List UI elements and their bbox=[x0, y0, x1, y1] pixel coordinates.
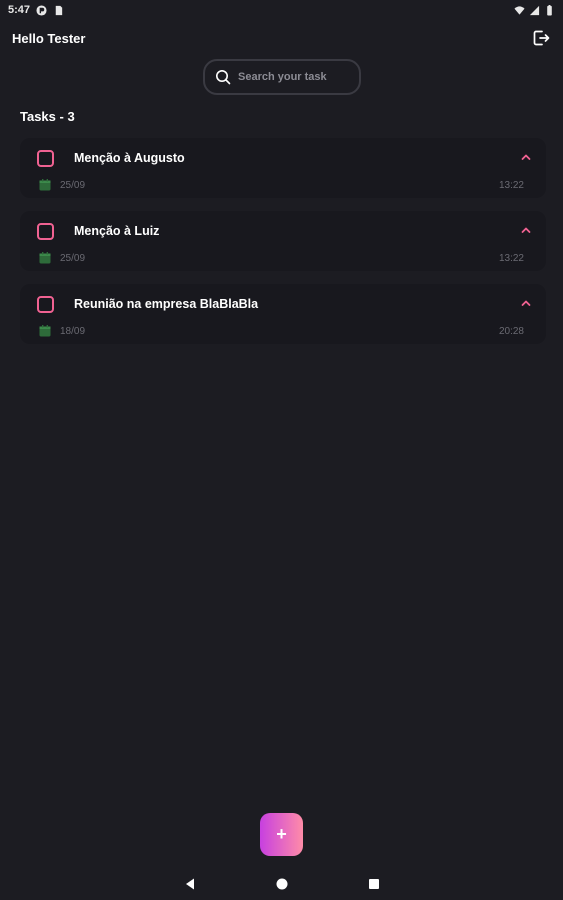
chevron-up-icon[interactable] bbox=[520, 225, 532, 235]
system-nav-bar bbox=[0, 868, 563, 900]
status-right bbox=[514, 4, 555, 16]
add-task-button[interactable]: + bbox=[260, 813, 303, 856]
search-bar[interactable] bbox=[203, 59, 361, 95]
recents-icon[interactable] bbox=[367, 877, 381, 891]
checkbox-icon[interactable] bbox=[37, 296, 54, 313]
calendar-icon bbox=[39, 325, 51, 337]
task-time: 20:28 bbox=[498, 326, 524, 337]
task-title: Reunião na empresa BlaBlaBla bbox=[74, 297, 259, 311]
chevron-up-icon[interactable] bbox=[520, 152, 532, 162]
app-notification-icon bbox=[36, 4, 47, 16]
calendar-icon bbox=[39, 179, 51, 191]
task-card[interactable]: Reunião na empresa BlaBlaBla 18/09 20:28 bbox=[20, 284, 546, 344]
task-title: Menção à Luiz bbox=[74, 224, 160, 238]
add-task-label: + bbox=[276, 824, 287, 844]
chevron-up-icon[interactable] bbox=[520, 298, 532, 308]
status-bar: 5:47 bbox=[0, 0, 563, 20]
task-card[interactable]: Menção à Luiz 25/09 13:22 bbox=[20, 211, 546, 271]
task-date: 18/09 bbox=[60, 326, 86, 337]
sd-card-icon bbox=[55, 5, 63, 15]
greeting-text: Hello Tester bbox=[12, 30, 86, 46]
wifi-icon bbox=[514, 5, 525, 15]
tasks-heading: Tasks - 3 bbox=[20, 109, 75, 124]
task-card[interactable]: Menção à Augusto 25/09 13:22 bbox=[20, 138, 546, 198]
back-icon[interactable] bbox=[183, 877, 197, 891]
checkbox-icon[interactable] bbox=[37, 223, 54, 240]
signal-icon bbox=[529, 5, 540, 15]
task-list: Menção à Augusto 25/09 13:22 Menção à Lu… bbox=[20, 138, 546, 357]
status-left: 5:47 bbox=[8, 4, 64, 16]
app-screen: 5:47 Hello Tester Search your task Tasks… bbox=[0, 0, 563, 900]
task-title: Menção à Augusto bbox=[74, 151, 185, 165]
search-input[interactable] bbox=[238, 71, 348, 83]
battery-icon bbox=[547, 4, 552, 16]
task-time: 13:22 bbox=[498, 253, 524, 264]
search-icon bbox=[216, 70, 231, 85]
header: Hello Tester bbox=[0, 27, 563, 49]
home-icon[interactable] bbox=[275, 877, 289, 891]
task-date: 25/09 bbox=[60, 180, 86, 191]
status-time: 5:47 bbox=[8, 4, 31, 16]
calendar-icon bbox=[39, 252, 51, 264]
checkbox-icon[interactable] bbox=[37, 150, 54, 167]
task-date: 25/09 bbox=[60, 253, 86, 264]
task-time: 13:22 bbox=[498, 180, 524, 191]
logout-icon[interactable] bbox=[531, 28, 551, 48]
